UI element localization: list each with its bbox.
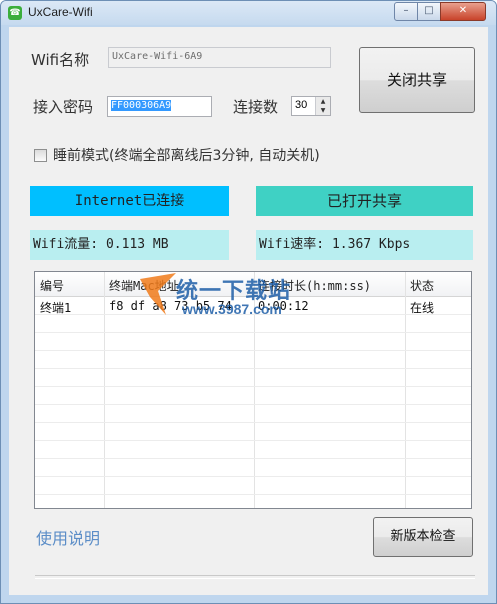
grid-line bbox=[35, 422, 471, 423]
speed-panel: Wifi速率: 1.367 Kbps bbox=[256, 230, 473, 260]
grid-line bbox=[35, 494, 471, 495]
grid-line bbox=[35, 440, 471, 441]
check-update-button[interactable]: 新版本检查 bbox=[373, 517, 473, 557]
stepper-down-icon[interactable]: ▼ bbox=[316, 106, 330, 115]
connections-label: 连接数 bbox=[233, 98, 279, 116]
grid-line bbox=[35, 404, 471, 405]
wifi-name-field[interactable]: UxCare-Wifi-6A9 bbox=[108, 47, 331, 68]
connections-value: 30 bbox=[295, 99, 308, 111]
cell-status: 在线 bbox=[410, 301, 435, 315]
grid-line bbox=[35, 368, 471, 369]
watermark-arrow-icon bbox=[140, 273, 176, 315]
window-title: UxCare-Wifi bbox=[28, 5, 93, 19]
connections-stepper[interactable]: 30 ▲ ▼ bbox=[291, 96, 331, 116]
maximize-button[interactable]: □ bbox=[417, 2, 441, 21]
grid-line bbox=[35, 458, 471, 459]
password-value: FF000306A9 bbox=[111, 100, 172, 111]
traffic-panel: Wifi流量: 0.113 MB bbox=[30, 230, 229, 260]
close-button[interactable]: ✕ bbox=[440, 2, 486, 21]
password-field[interactable]: FF000306A9 bbox=[107, 96, 212, 117]
stepper-arrows[interactable]: ▲ ▼ bbox=[315, 97, 330, 115]
grid-line bbox=[35, 332, 471, 333]
wifi-name-label: Wifi名称 bbox=[31, 51, 90, 69]
toggle-share-button[interactable]: 关闭共享 bbox=[359, 47, 475, 113]
watermark-url: www.3987.com bbox=[182, 301, 282, 317]
minimize-button[interactable]: – bbox=[394, 2, 418, 21]
column-header-status[interactable]: 状态 bbox=[410, 277, 434, 294]
help-link[interactable]: 使用说明 bbox=[36, 525, 100, 549]
sleep-mode-checkbox[interactable] bbox=[34, 149, 47, 162]
sleep-mode-label: 睡前模式(终端全部离线后3分钟, 自动关机) bbox=[53, 148, 320, 164]
app-icon: ☎ bbox=[8, 6, 22, 20]
status-divider bbox=[35, 575, 475, 579]
password-label: 接入密码 bbox=[33, 98, 94, 116]
cell-id: 终端1 bbox=[40, 301, 72, 315]
share-status-panel: 已打开共享 bbox=[256, 186, 473, 216]
grid-line bbox=[35, 350, 471, 351]
column-header-id[interactable]: 编号 bbox=[40, 277, 64, 294]
title-bar[interactable]: ☎ UxCare-Wifi – □ ✕ bbox=[1, 1, 496, 25]
column-divider bbox=[104, 272, 105, 508]
internet-status-panel: Internet已连接 bbox=[30, 186, 229, 216]
stepper-up-icon[interactable]: ▲ bbox=[316, 97, 330, 106]
app-window: ☎ UxCare-Wifi – □ ✕ Wifi名称 UxCare-Wifi-6… bbox=[0, 0, 497, 604]
grid-line bbox=[35, 386, 471, 387]
grid-line bbox=[35, 476, 471, 477]
column-divider bbox=[405, 272, 406, 508]
watermark-logo: 统一下载站 www.3987.com bbox=[136, 269, 326, 331]
